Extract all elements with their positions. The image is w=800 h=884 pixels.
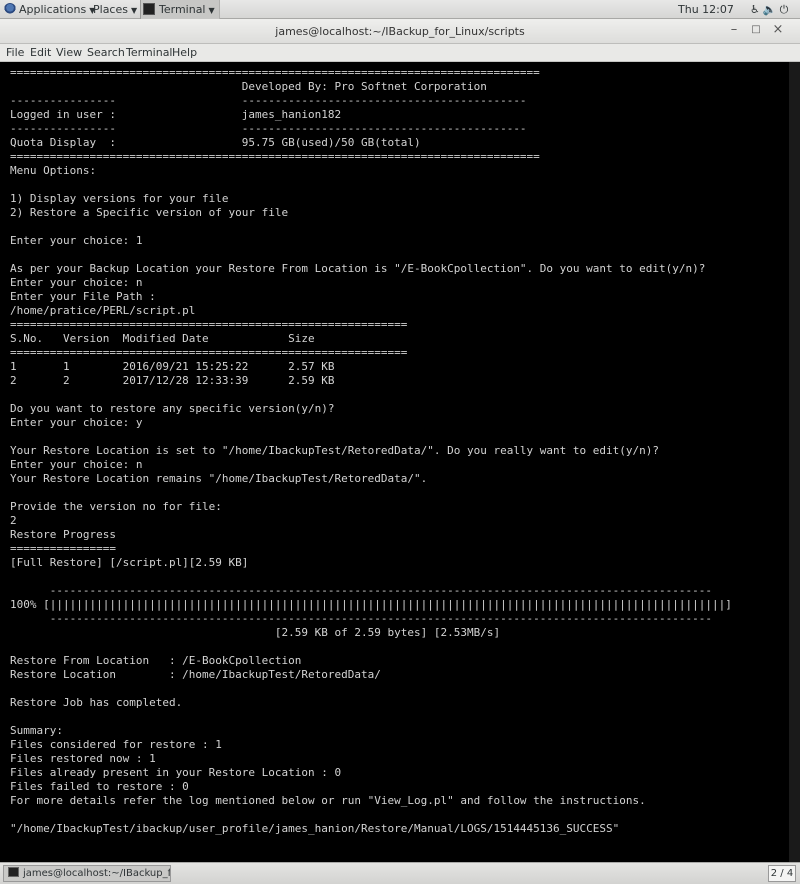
menu-search[interactable]: Search — [87, 44, 125, 62]
taskbar-window-terminal[interactable]: james@localhost:~/IBackup_for_Li... — [3, 865, 171, 882]
terminal-line: [Full Restore] [/script.pl][2.59 KB] — [10, 556, 249, 569]
terminal-scrollbar[interactable] — [789, 62, 800, 862]
terminal-line: For more details refer the log mentioned… — [10, 794, 646, 807]
terminal-line: Enter your File Path : — [10, 290, 156, 303]
places-menu[interactable]: Places ▼ — [93, 0, 137, 19]
status-menu[interactable]: ♿🔈⏻ — [750, 0, 791, 19]
menu-bar: File Edit View Search Terminal Help — [0, 44, 800, 62]
terminal-line: Restore From Location : /E-BookCpollecti… — [10, 654, 302, 667]
terminal-line: Files failed to restore : 0 — [10, 780, 189, 793]
terminal-line: 1) Display versions for your file — [10, 192, 229, 205]
terminal-line: Restore Location : /home/IbackupTest/Ret… — [10, 668, 381, 681]
applications-menu[interactable]: Applications ▼ — [4, 0, 95, 19]
clock[interactable]: Thu 12:07 — [678, 0, 734, 19]
menu-edit[interactable]: Edit — [30, 44, 51, 62]
terminal-line: Developed By: Pro Softnet Corporation — [10, 80, 487, 93]
terminal-line: Your Restore Location is set to "/home/I… — [10, 444, 660, 457]
terminal-line: ========================================… — [10, 150, 540, 163]
terminal-line: Files already present in your Restore Lo… — [10, 766, 342, 779]
terminal-line: Enter your choice: n — [10, 276, 143, 289]
terminal-line: 2 — [10, 514, 17, 527]
terminal-line: ---------------- -----------------------… — [10, 94, 527, 107]
terminal-line: "/home/IbackupTest/ibackup/user_profile/… — [10, 822, 620, 835]
menu-help[interactable]: Help — [172, 44, 197, 62]
terminal-line: Enter your choice: y — [10, 416, 143, 429]
terminal-line: Enter your choice: n — [10, 458, 143, 471]
terminal-line: ----------------------------------------… — [10, 612, 712, 625]
gnome-foot-icon — [4, 3, 16, 15]
close-button[interactable]: × — [770, 23, 786, 39]
terminal-line: ========================================… — [10, 346, 408, 359]
terminal-line: ========================================… — [10, 318, 408, 331]
terminal-lines: ========================================… — [10, 66, 786, 836]
terminal-line: [2.59 KB of 2.59 bytes] [2.53MB/s] — [10, 626, 501, 639]
terminal-line: Restore Progress — [10, 528, 116, 541]
terminal-line: Restore Job has completed. — [10, 696, 183, 709]
terminal-line: Menu Options: — [10, 164, 97, 177]
menu-file[interactable]: File — [6, 44, 24, 62]
menu-view[interactable]: View — [56, 44, 82, 62]
terminal-line: ========================================… — [10, 66, 540, 79]
top-panel: Applications ▼ Places ▼ Terminal ▼ Thu 12:0… — [0, 0, 800, 19]
terminal-icon — [8, 867, 19, 877]
terminal-line: Files restored now : 1 — [10, 752, 156, 765]
window-title: james@localhost:~/IBackup_for_Linux/scri… — [275, 25, 525, 38]
terminal-line: As per your Backup Location your Restore… — [10, 262, 706, 275]
accessibility-icon: ♿ — [750, 3, 763, 16]
terminal-line: /home/pratice/PERL/script.pl — [10, 304, 196, 317]
terminal-line: 1 1 2016/09/21 15:25:22 2.57 KB — [10, 360, 335, 373]
chevron-down-icon: ▼ — [130, 6, 138, 15]
terminal-line: Logged in user : james_hanion182 — [10, 108, 342, 121]
menu-terminal[interactable]: Terminal — [126, 44, 173, 62]
terminal-line: Summary: — [10, 724, 63, 737]
workspace-indicator[interactable]: 2 / 4 — [768, 865, 796, 882]
terminal-line: Provide the version no for file: — [10, 500, 222, 513]
terminal-line: Enter your choice: 1 — [10, 234, 143, 247]
terminal-line: Quota Display : 95.75 GB(used)/50 GB(tot… — [10, 136, 421, 149]
terminal-line: ----------------------------------------… — [10, 584, 712, 597]
terminal-line: 2) Restore a Specific version of your fi… — [10, 206, 289, 219]
terminal-line: S.No. Version Modified Date Size — [10, 332, 315, 345]
minimize-button[interactable]: – — [726, 23, 742, 39]
window-titlebar[interactable]: james@localhost:~/IBackup_for_Linux/scri… — [0, 19, 800, 44]
terminal-line: Your Restore Location remains "/home/Iba… — [10, 472, 428, 485]
terminal-line: ================ — [10, 542, 116, 555]
terminal-app-menu[interactable]: Terminal ▼ — [140, 0, 220, 19]
bottom-panel: james@localhost:~/IBackup_for_Li... 2 / … — [0, 862, 800, 884]
terminal-line: 2 2 2017/12/28 12:33:39 2.59 KB — [10, 374, 335, 387]
terminal-line: Do you want to restore any specific vers… — [10, 402, 335, 415]
terminal-line: ---------------- -----------------------… — [10, 122, 527, 135]
maximize-button[interactable]: □ — [748, 23, 764, 39]
terminal-line: 100% [||||||||||||||||||||||||||||||||||… — [10, 598, 732, 611]
terminal-line: Files considered for restore : 1 — [10, 738, 222, 751]
terminal-icon — [143, 3, 155, 15]
chevron-down-icon: ▼ — [208, 6, 215, 15]
terminal-output[interactable]: ========================================… — [0, 62, 800, 862]
power-icon: ⏻ — [779, 3, 792, 16]
volume-icon: 🔈 — [762, 3, 780, 16]
